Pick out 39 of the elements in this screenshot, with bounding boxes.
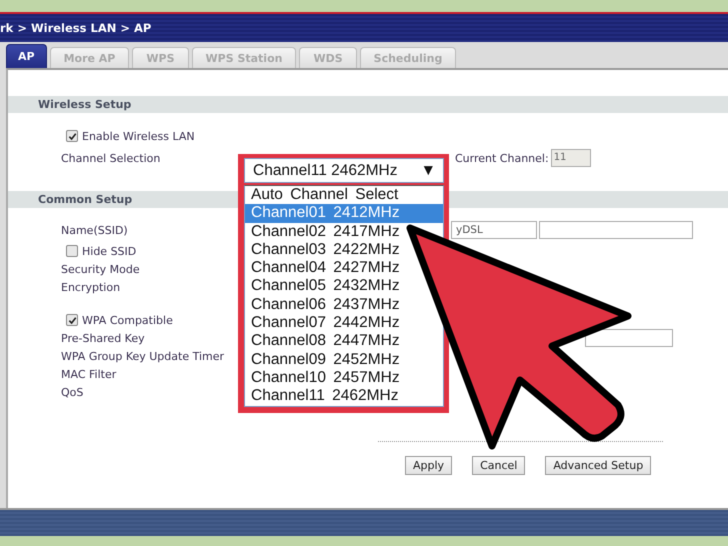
- field-label: Channel Selection: [61, 152, 162, 164]
- dropdown-arrow: ▼: [420, 162, 436, 180]
- input-field[interactable]: [539, 221, 693, 239]
- checkbox-label: Enable Wireless LAN: [82, 130, 195, 142]
- dropdown-option[interactable]: Auto Channel Select: [245, 186, 400, 204]
- checkbox-label: WPA Compatible: [82, 314, 173, 326]
- channel-dropdown[interactable]: Channel11 2462MHz ▼: [244, 158, 444, 183]
- dropdown-option[interactable]: Channel10 2457MHz: [245, 368, 402, 388]
- field-label: Security Mode: [61, 262, 140, 276]
- dropdown-option[interactable]: Channel06 2437MHz: [245, 296, 402, 314]
- dropdown-option[interactable]: Channel08 2447MHz: [245, 332, 402, 351]
- dropdown-option[interactable]: Channel02 2417MHz: [245, 222, 402, 241]
- action-button[interactable]: Cancel: [472, 456, 526, 475]
- action-button[interactable]: Advanced Setup: [545, 456, 652, 475]
- dropdown-option[interactable]: Channel05 2432MHz: [245, 277, 402, 296]
- tab[interactable]: AP: [6, 44, 47, 68]
- breadcrumb: rk > Wireless LAN > AP: [0, 21, 152, 35]
- field-label: Encryption: [61, 280, 120, 294]
- dropdown-option[interactable]: Channel04 2427MHz: [245, 259, 402, 278]
- dropdown-option[interactable]: Channel01 2412MHz: [245, 204, 443, 223]
- field-label: Name(SSID): [61, 224, 129, 236]
- checkbox-label: Hide SSID: [82, 244, 136, 258]
- field-label: QoS: [61, 386, 84, 398]
- ssid-field[interactable]: yDSL: [451, 221, 537, 239]
- field-label: Pre-Shared Key: [61, 332, 146, 344]
- checkbox[interactable]: [66, 245, 78, 257]
- checkbox[interactable]: [66, 130, 78, 142]
- section-title: Wireless Setup: [38, 98, 132, 111]
- checkbox[interactable]: [66, 314, 78, 326]
- dropdown-option[interactable]: Channel03 2422MHz: [245, 240, 402, 260]
- section-title: Common Setup: [38, 193, 132, 206]
- action-button[interactable]: Apply: [405, 456, 452, 475]
- dropdown-option[interactable]: Channel09 2452MHz: [245, 350, 402, 369]
- field-label: Current Channel:: [455, 152, 549, 164]
- dropdown-option[interactable]: Channel07 2442MHz: [245, 314, 402, 332]
- field-label: MAC Filter: [61, 368, 116, 380]
- dropdown-option[interactable]: Channel11 2462MHz: [245, 387, 400, 406]
- field-label: WPA Group Key Update Timer: [61, 350, 224, 362]
- current-channel-field: 11: [550, 149, 591, 167]
